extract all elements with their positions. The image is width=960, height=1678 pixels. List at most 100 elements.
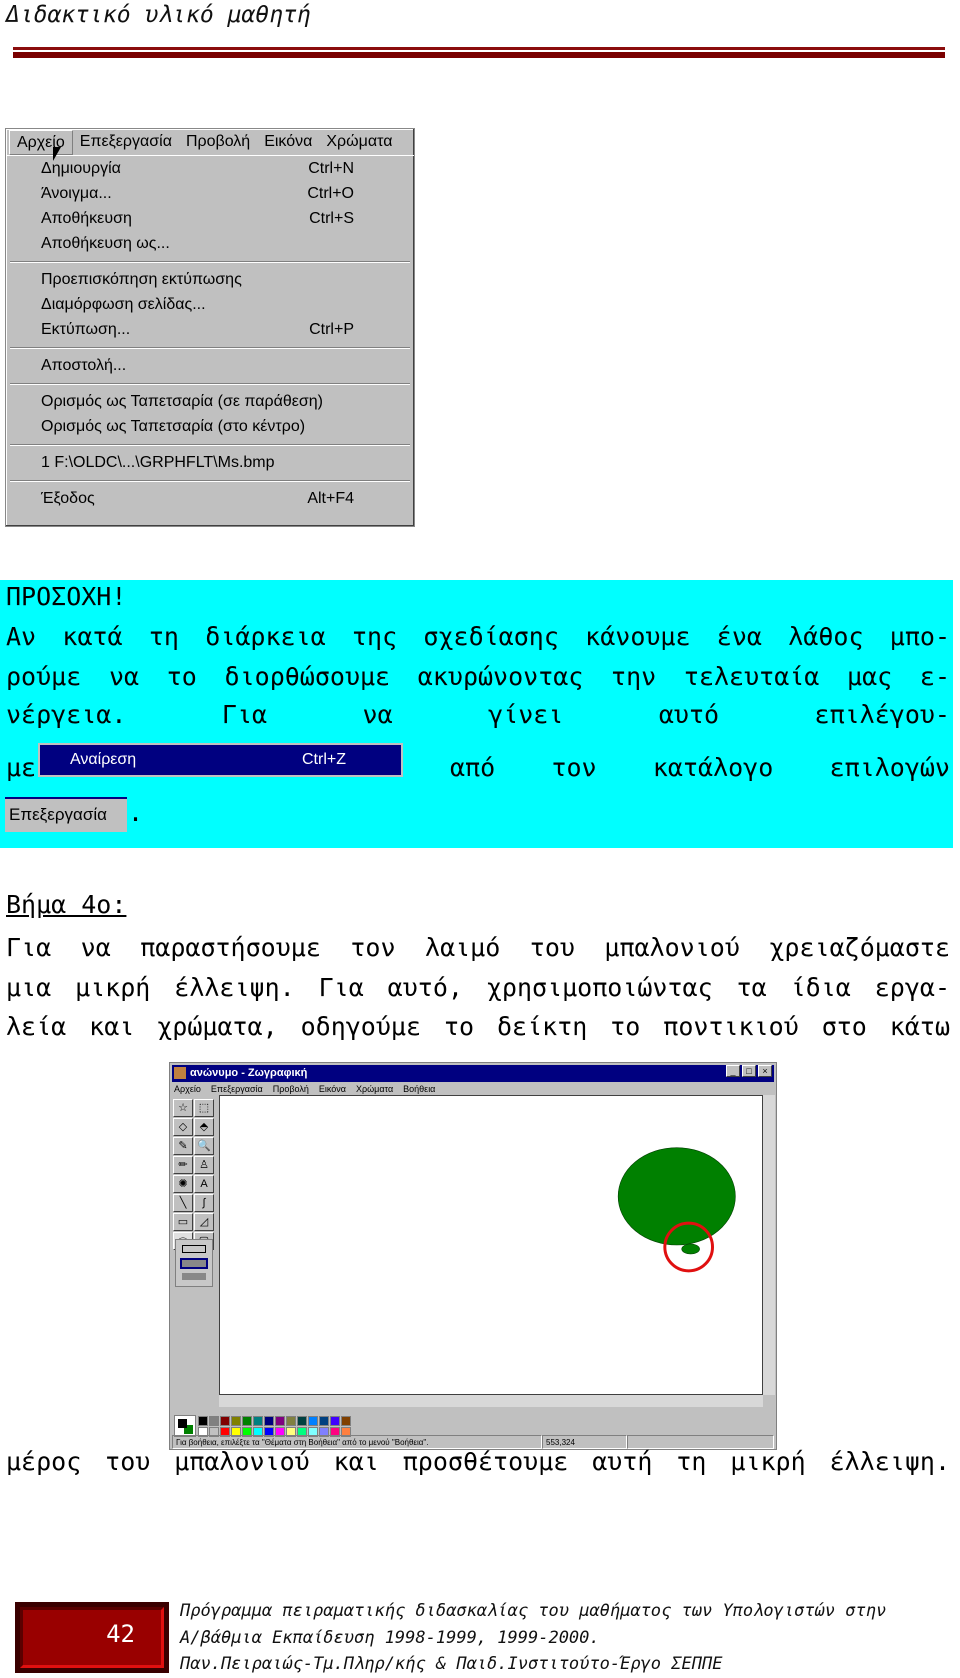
menu-item: Αποθήκευση Ctrl+S bbox=[6, 206, 414, 231]
header-rule bbox=[13, 47, 945, 50]
tool-icon: ⬚ bbox=[194, 1099, 214, 1117]
menu-item-shortcut: Ctrl+O bbox=[307, 185, 354, 202]
tool-icon: ◇ bbox=[173, 1118, 193, 1136]
color-swatch bbox=[253, 1415, 263, 1426]
warning-line: νέργεια. Για να γίνει αυτό επιλέγου- bbox=[6, 700, 950, 729]
menu-item: Ορισμός ως Ταπετσαρία (σε παράθεση) bbox=[6, 389, 414, 414]
footer-line: Παν.Πειραιώς-Τμ.Πληρ/κής & Παιδ.Ινστιτού… bbox=[180, 1654, 723, 1674]
warning-line-start: με bbox=[6, 753, 37, 782]
tool-icon: ☆ bbox=[173, 1099, 193, 1117]
tool-icon: ⬘ bbox=[194, 1118, 214, 1136]
menu-item: Προεπισκόπηση εκτύπωσης bbox=[6, 267, 414, 292]
menu-separator bbox=[10, 347, 410, 349]
current-colors bbox=[174, 1415, 196, 1437]
tool-icon: ∫ bbox=[194, 1194, 214, 1212]
menu-item: 1 F:\OLDC\...\GRPHFLT\Ms.bmp bbox=[6, 450, 414, 475]
color-swatch bbox=[275, 1415, 285, 1426]
menu-item: Άνοιγμα... Ctrl+O bbox=[6, 181, 414, 206]
running-header: Διδακτικό υλικό μαθητή bbox=[6, 2, 311, 28]
menu-item-shortcut: Ctrl+S bbox=[309, 210, 354, 227]
menu-separator bbox=[10, 383, 410, 385]
menu-item: Αποστολή... bbox=[6, 353, 414, 378]
menu-separator bbox=[10, 444, 410, 446]
menu-item-label: Ορισμός ως Ταπετσαρία (στο κέντρο) bbox=[41, 418, 306, 435]
step-line-after: μέρος του μπαλονιού και προσθέτουμε αυτή… bbox=[6, 1447, 950, 1476]
menu-item-label: Αποθήκευση ως... bbox=[41, 235, 170, 252]
warning-title: ΠΡΟΣΟΧΗ! bbox=[6, 582, 127, 611]
tool-icon: 🔍 bbox=[194, 1137, 214, 1155]
page-number-box: 42 bbox=[15, 1602, 169, 1673]
step-line: Για να παραστήσουμε τον λαιμό του μπαλον… bbox=[6, 933, 950, 962]
mouse-cursor-icon bbox=[53, 147, 61, 161]
balloon-ellipse bbox=[617, 1147, 736, 1246]
color-swatch bbox=[264, 1415, 274, 1426]
line-width-options bbox=[175, 1239, 213, 1287]
menu-item-shortcut: Alt+F4 bbox=[307, 490, 354, 507]
page-number: 42 bbox=[20, 1607, 164, 1668]
paint-menu-item: Αρχείο bbox=[174, 1084, 201, 1094]
paint-app-icon bbox=[174, 1067, 186, 1079]
menu-item-shortcut: Ctrl+N bbox=[308, 160, 354, 177]
vertical-scrollbar bbox=[763, 1095, 775, 1395]
paint-menu-item: Βοήθεια bbox=[403, 1084, 436, 1094]
paint-menu-item: Εικόνα bbox=[318, 1084, 346, 1094]
tool-icon: ✎ bbox=[173, 1137, 193, 1155]
footer-line: Πρόγραμμα πειραματικής διδασκαλίας του μ… bbox=[180, 1601, 887, 1621]
warning-line: ρούμε να το διορθώσουμε ακυρώνοντας την … bbox=[6, 662, 950, 691]
color-swatch bbox=[286, 1415, 296, 1426]
tool-icon: ▭ bbox=[173, 1213, 193, 1231]
menu-item: Δημιουργία Ctrl+N bbox=[6, 156, 414, 181]
undo-menu-item: Αναίρεση Ctrl+Z bbox=[38, 743, 403, 777]
color-swatch bbox=[308, 1415, 318, 1426]
paint-menu-item: Προβολή bbox=[272, 1084, 309, 1094]
period: . bbox=[128, 798, 144, 827]
menubar: Αρχείο Επεξεργασία Προβολή Εικόνα Χρώματα bbox=[6, 129, 414, 156]
warning-line: Αν κατά τη διάρκεια της σχεδίασης κάνουμ… bbox=[6, 622, 950, 651]
color-swatch bbox=[330, 1415, 340, 1426]
paint-toolbox: ☆⬚◇⬘✎🔍✏♙✺A╲∫▭◿⬭▢ bbox=[173, 1099, 215, 1250]
paint-canvas bbox=[219, 1095, 763, 1395]
tool-icon: ◿ bbox=[194, 1213, 214, 1231]
color-palette bbox=[174, 1415, 351, 1437]
menu-item-label: Έξοδος bbox=[41, 490, 95, 507]
paint-menu-item: Χρώματα bbox=[355, 1084, 394, 1094]
menubar-item: Επεξεργασία bbox=[79, 133, 172, 150]
menu-item: Διαμόρφωση σελίδας... bbox=[6, 292, 414, 317]
step-heading: Βήμα 4ο: bbox=[6, 890, 127, 919]
color-swatch bbox=[242, 1415, 252, 1426]
menu-item-label: Άνοιγμα... bbox=[41, 185, 112, 202]
menu-item: Αποθήκευση ως... bbox=[6, 231, 414, 256]
color-swatch bbox=[341, 1415, 351, 1426]
color-swatch bbox=[220, 1415, 230, 1426]
tool-icon: A bbox=[194, 1175, 214, 1193]
color-swatch bbox=[319, 1415, 329, 1426]
tool-icon: ✏ bbox=[173, 1156, 193, 1174]
menu-item-label: Εκτύπωση... bbox=[41, 321, 131, 338]
paint-menu-item: Επεξεργασία bbox=[210, 1084, 263, 1094]
paint-window-screenshot: ανώνυμο - Ζωγραφική _ □ × Αρχείο Επεξεργα… bbox=[169, 1062, 777, 1450]
step-line: λεία και χρώματα, οδηγούμε το δείκτη το … bbox=[6, 1012, 950, 1041]
menu-item-shortcut: Ctrl+P bbox=[309, 321, 354, 338]
minimize-icon: _ bbox=[726, 1065, 740, 1077]
footer-line: Α/βάθμια Εκπαίδευση 1998-1999, 1999-2000… bbox=[180, 1628, 600, 1648]
color-swatch bbox=[198, 1415, 208, 1426]
menu-item-label: Αποστολή... bbox=[41, 357, 127, 374]
paint-menubar: Αρχείο Επεξεργασία Προβολή Εικόνα Χρώματα Βοή… bbox=[174, 1083, 435, 1095]
menu-item: Εκτύπωση... Ctrl+P bbox=[6, 317, 414, 342]
menu-item-label: Προεπισκόπηση εκτύπωσης bbox=[41, 271, 242, 288]
menubar-item: Εικόνα bbox=[264, 133, 313, 150]
file-menu-items: Δημιουργία Ctrl+N Άνοιγμα... Ctrl+O Αποθήκευ… bbox=[6, 156, 414, 511]
menu-item-label: Αποθήκευση bbox=[41, 210, 132, 227]
header-rule-thick bbox=[13, 52, 945, 58]
menubar-item: Χρώματα bbox=[326, 133, 393, 150]
step-line: μια μικρή έλλειψη. Για αυτό, χρησιμοποιώ… bbox=[6, 973, 950, 1002]
warning-box: ΠΡΟΣΟΧΗ! Αν κατά τη διάρκεια της σχεδίασ… bbox=[0, 580, 953, 848]
menu-item-label: Ορισμός ως Ταπετσαρία (σε παράθεση) bbox=[41, 393, 323, 410]
undo-label: Αναίρεση bbox=[70, 751, 137, 768]
color-swatch bbox=[297, 1415, 307, 1426]
maximize-icon: □ bbox=[742, 1065, 756, 1077]
tool-icon: ♙ bbox=[194, 1156, 214, 1174]
warning-line-end: από τον κατάλογο επιλογών bbox=[450, 753, 950, 782]
color-swatch bbox=[231, 1415, 241, 1426]
close-icon: × bbox=[758, 1065, 772, 1077]
